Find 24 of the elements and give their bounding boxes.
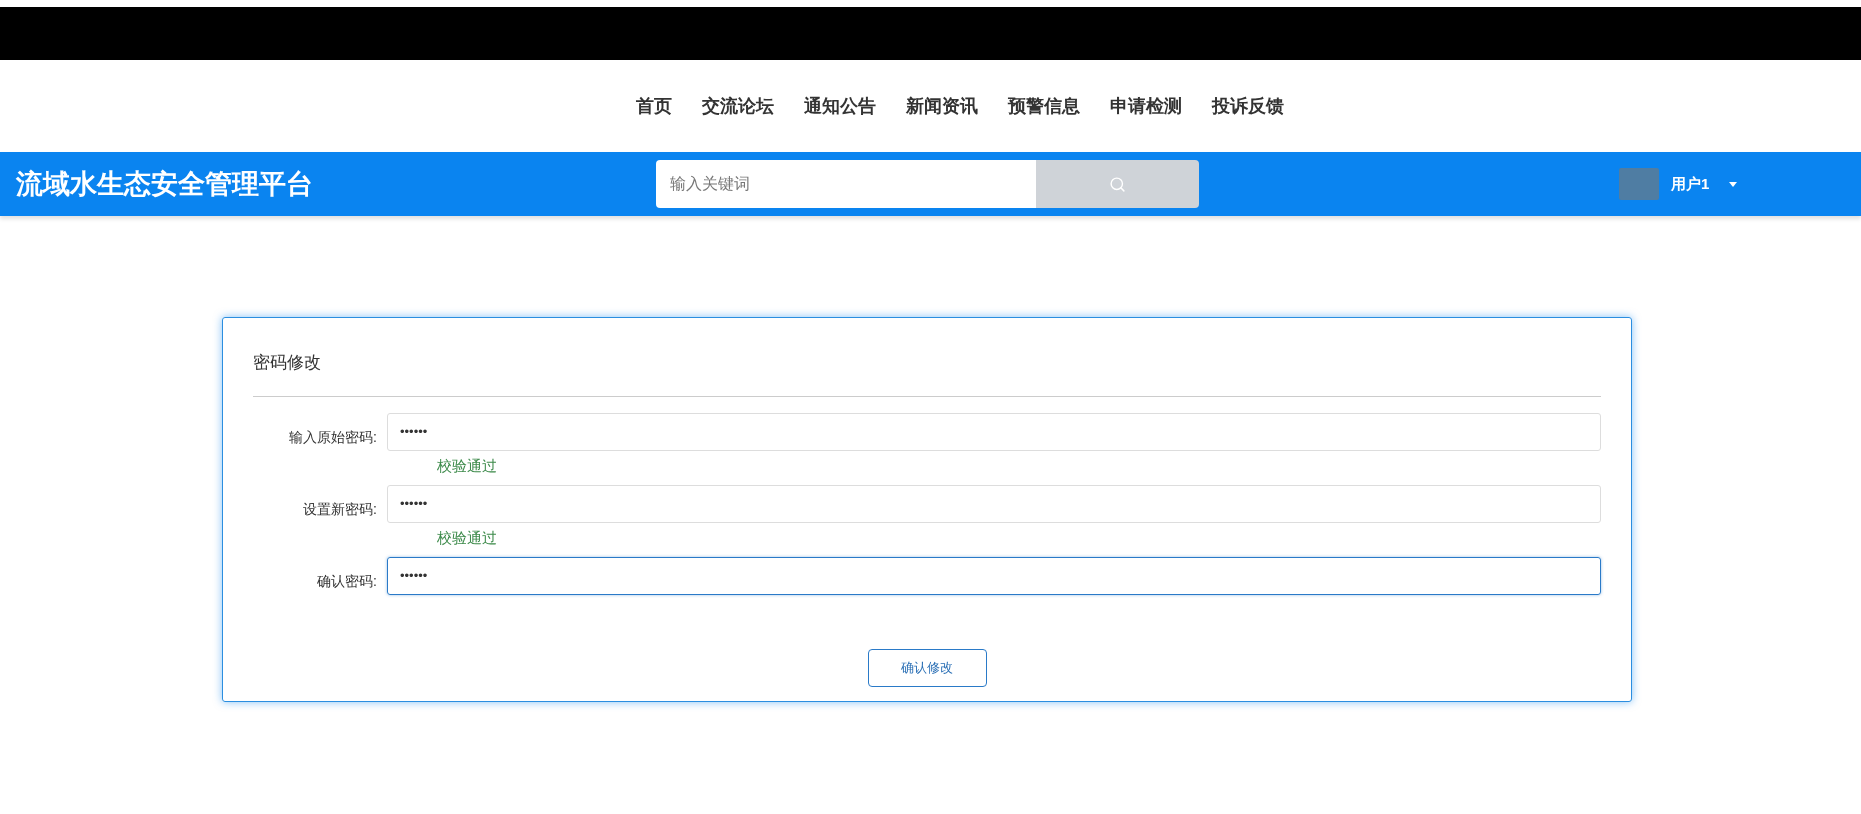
site-title: 流域水生态安全管理平台 — [16, 167, 314, 201]
search-field[interactable]: 输入关键词 — [656, 160, 1036, 208]
password-field[interactable]: •••••• — [387, 412, 1601, 451]
password-field[interactable]: •••••• — [387, 484, 1601, 523]
avatar-image — [1619, 168, 1659, 200]
nav-link[interactable]: 通知公告 — [803, 92, 876, 120]
nav-link[interactable]: 交流论坛 — [701, 92, 774, 120]
user-menu[interactable]: 用户1 — [1671, 172, 1738, 196]
validation-message: 校验通过 — [436, 527, 498, 548]
card-title: 密码修改 — [253, 352, 322, 374]
search-icon — [1109, 175, 1126, 193]
password-field[interactable]: •••••• — [387, 556, 1601, 595]
field-label: 确认密码: — [316, 572, 378, 591]
nav-link[interactable]: 申请检测 — [1109, 92, 1182, 120]
nav-link[interactable]: 新闻资讯 — [905, 92, 978, 120]
validation-message: 校验通过 — [436, 455, 498, 476]
nav-link[interactable]: 投诉反馈 — [1211, 92, 1284, 120]
nav-link[interactable]: 预警信息 — [1007, 92, 1080, 120]
search-button[interactable] — [1036, 160, 1199, 208]
field-label: 输入原始密码: — [288, 428, 378, 447]
field-label: 设置新密码: — [302, 500, 378, 519]
submit-button[interactable]: 确认修改 — [867, 648, 987, 687]
caret-icon — [1729, 181, 1738, 187]
nav-link[interactable]: 首页 — [635, 92, 672, 120]
